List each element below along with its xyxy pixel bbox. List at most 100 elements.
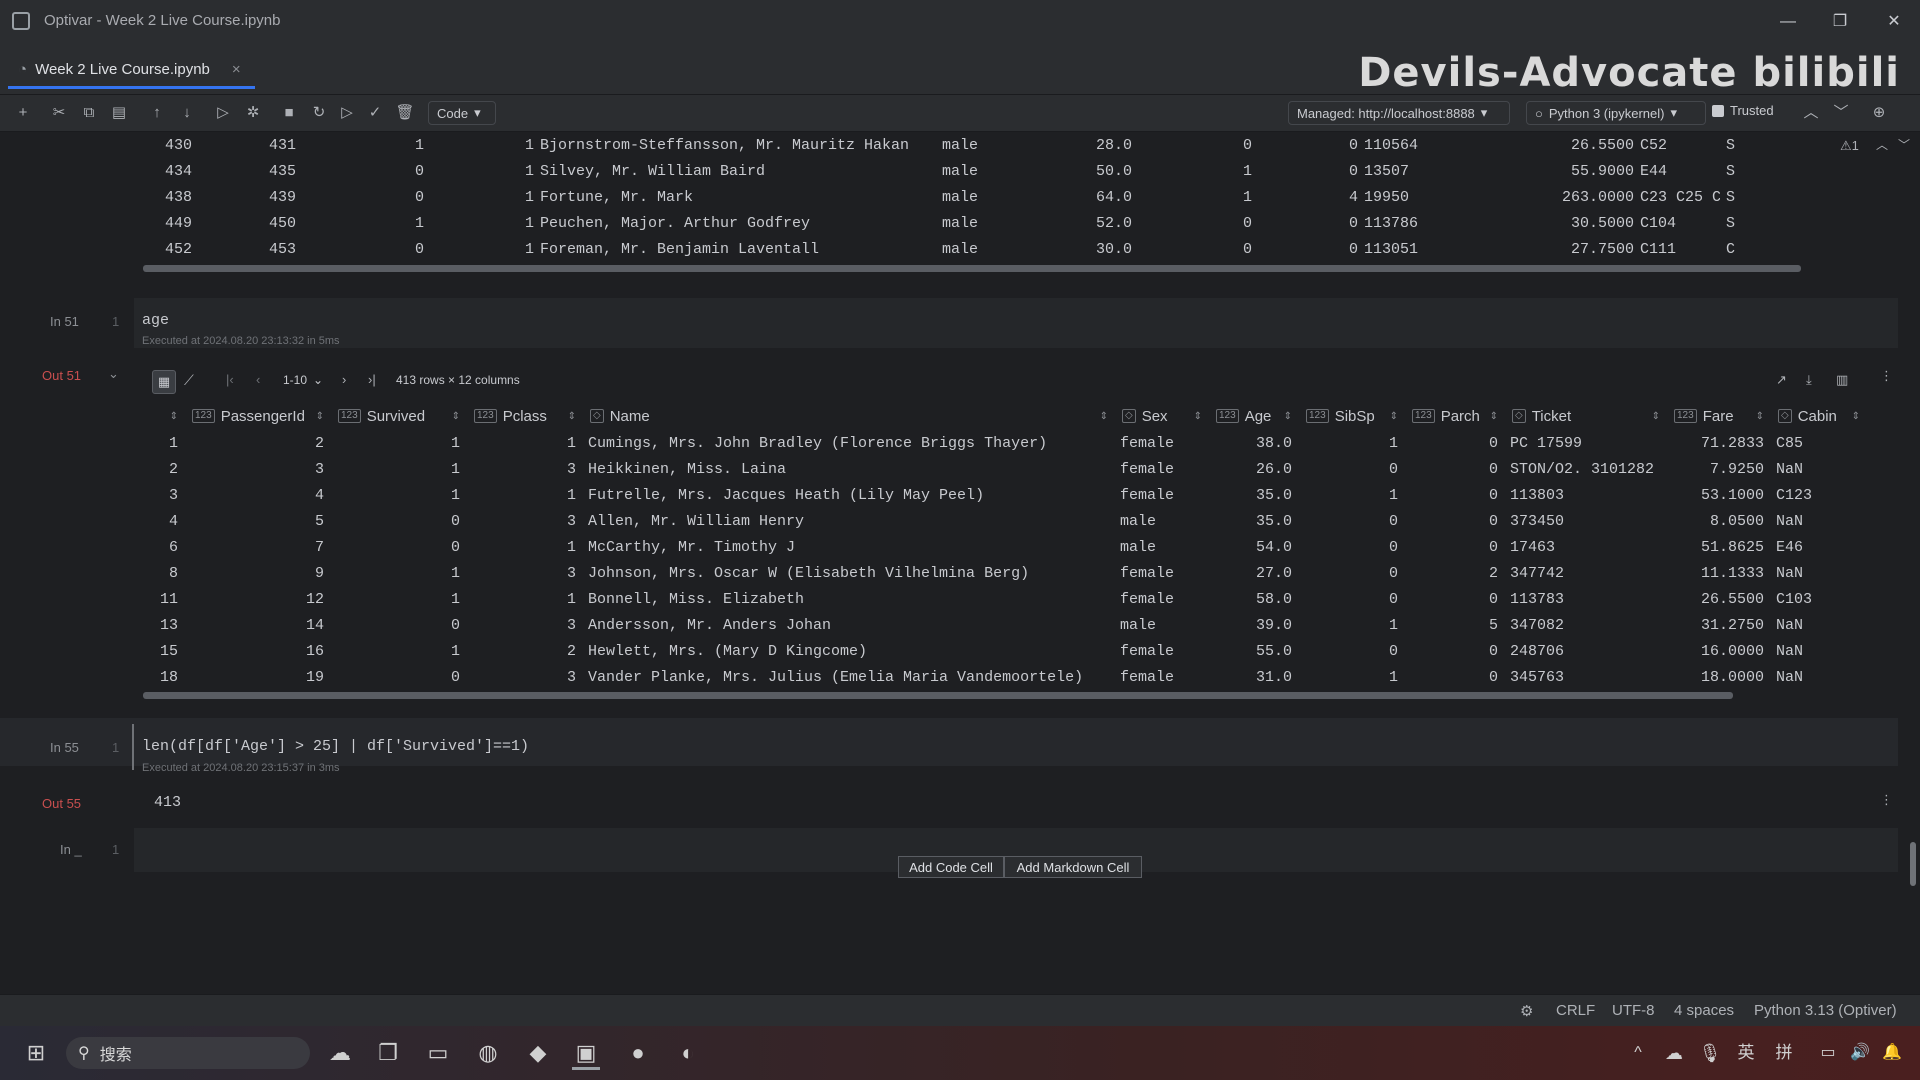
code-cell-51[interactable] (134, 298, 1898, 348)
table-row[interactable]: 2 3 1 3 Heikkinen, Miss. Laina female 26.0 0 0 ST… (140, 456, 1866, 482)
chart-view-icon[interactable]: ⟋ (184, 372, 194, 389)
pycharm-icon[interactable]: ▣ (572, 1039, 600, 1070)
table-view-icon[interactable]: ▦ (152, 370, 176, 394)
column-header[interactable]: 123 Fare ⇕ (1666, 408, 1770, 425)
sort-icon[interactable]: ⇕ (1100, 411, 1108, 422)
move-up-icon[interactable]: ↑ (146, 103, 168, 123)
close-icon[interactable]: ✕ (1874, 8, 1914, 36)
taskbar-search[interactable]: ⚲ 搜索 (66, 1037, 310, 1069)
table-row[interactable]: 15 16 1 2 Hewlett, Mrs. (Mary D Kingcome) fem… (140, 638, 1866, 664)
table-row[interactable]: 3 4 1 1 Futrelle, Mrs. Jacques Heath (Lily M… (140, 482, 1866, 508)
minimize-icon[interactable]: — (1768, 8, 1808, 36)
last-page-icon[interactable]: ›| (368, 372, 376, 387)
python-interpreter[interactable]: Python 3.13 (Optiver) (1754, 1002, 1897, 1019)
tab-notebook[interactable]: ◔ Week 2 Live Course.ipynb × (8, 52, 255, 89)
paste-icon[interactable]: ▤ (108, 103, 130, 123)
cell-code[interactable]: len(df[df['Age'] > 25] | df['Survived']=… (142, 738, 529, 755)
vertical-scrollbar[interactable] (1910, 842, 1916, 886)
restart-icon[interactable]: ↻ (308, 103, 330, 123)
column-header[interactable]: 123 PassengerId ⇕ (184, 408, 330, 425)
table-row[interactable]: 11 12 1 1 Bonnell, Miss. Elizabeth female 58.0… (140, 586, 1866, 612)
sort-icon[interactable]: ⇕ (1284, 411, 1292, 422)
column-header[interactable]: 123 Parch ⇕ (1404, 408, 1504, 425)
move-down-icon[interactable]: ↓ (176, 103, 198, 123)
sort-icon[interactable]: ⇕ (170, 411, 178, 422)
onedrive-icon[interactable]: ☁ (1660, 1039, 1688, 1067)
table-row[interactable]: 18 19 0 3 Vander Planke, Mrs. Julius (Emelia… (140, 664, 1866, 690)
horizontal-scrollbar[interactable] (143, 265, 1801, 272)
browser-icon[interactable]: ● (624, 1039, 652, 1067)
indent-setting[interactable]: 4 spaces (1674, 1002, 1734, 1019)
column-header[interactable]: 123 Survived ⇕ (330, 408, 466, 425)
notification-icon[interactable]: 🔔 (1878, 1039, 1906, 1067)
prev-page-icon[interactable]: ‹ (256, 372, 260, 387)
run-cell-icon[interactable]: ▷ (212, 103, 234, 123)
sort-icon[interactable]: ⇕ (1194, 411, 1202, 422)
display-icon[interactable]: ▭ (1814, 1039, 1842, 1067)
debug-icon[interactable]: ✲ (242, 103, 264, 123)
download-icon[interactable]: ⤓ (1806, 372, 1812, 388)
sort-icon[interactable]: ⇕ (568, 411, 576, 422)
cell-code[interactable]: age (142, 312, 169, 329)
globe-icon[interactable]: ⊕ (1868, 103, 1890, 123)
chevron-up-icon[interactable]: ︿ (1800, 103, 1822, 123)
open-in-editor-icon[interactable]: ↗ (1776, 372, 1787, 388)
ime-pinyin[interactable]: 拼 (1770, 1039, 1798, 1067)
trusted-toggle[interactable]: Trusted (1712, 103, 1774, 118)
column-header[interactable]: ◇ Ticket ⇕ (1504, 408, 1666, 425)
task-view-icon[interactable]: ❐ (374, 1039, 402, 1067)
sort-icon[interactable]: ⇕ (1490, 411, 1498, 422)
add-cell-icon[interactable]: + (12, 103, 34, 123)
page-range-select[interactable]: 1-10 ⌄ (283, 373, 323, 387)
server-select[interactable]: Managed: http://localhost:8888 ▾ (1288, 101, 1510, 125)
column-header[interactable]: 123 Pclass ⇕ (466, 408, 582, 425)
more-options-icon[interactable]: ⋮ (1880, 368, 1893, 384)
column-header[interactable]: ◇ Cabin ⇕ (1770, 408, 1866, 425)
next-page-icon[interactable]: › (342, 372, 346, 387)
sort-icon[interactable]: ⇕ (1652, 411, 1660, 422)
copy-icon[interactable]: ⧉ (78, 103, 100, 123)
warnings-indicator[interactable]: ⚠1 (1840, 138, 1859, 154)
chevron-down-icon[interactable]: ﹀ (1830, 103, 1852, 123)
table-row[interactable]: 4 5 0 3 Allen, Mr. William Henry male 35.0 0 0 37… (140, 508, 1866, 534)
column-header[interactable]: 123 SibSp ⇕ (1298, 408, 1404, 425)
run-all-icon[interactable]: ▷ (336, 103, 358, 123)
column-header[interactable]: ◇ Name ⇕ (582, 408, 1114, 425)
add-code-cell-button[interactable]: Add Code Cell (898, 856, 1004, 878)
collapse-chevron-icon[interactable]: ⌄ (108, 366, 119, 382)
kernel-select[interactable]: ○ Python 3 (ipykernel) ▾ (1526, 101, 1706, 125)
wechat-icon[interactable]: ◍ (474, 1039, 502, 1067)
app-icon[interactable]: ◐ (674, 1039, 702, 1067)
column-header[interactable]: 123 Age ⇕ (1208, 408, 1298, 425)
delete-icon[interactable]: 🗑 (394, 103, 416, 123)
volume-icon[interactable]: 🔊 (1846, 1039, 1874, 1067)
horizontal-scrollbar[interactable] (143, 692, 1733, 699)
cell-type-select[interactable]: Code ▾ (428, 101, 496, 125)
sort-icon[interactable]: ⇕ (316, 411, 324, 422)
github-desktop-icon[interactable]: ◆ (524, 1039, 552, 1067)
first-page-icon[interactable]: |‹ (226, 372, 234, 387)
sort-icon[interactable]: ⇕ (452, 411, 460, 422)
chevron-up-icon[interactable]: ^ (1624, 1039, 1652, 1067)
sort-icon[interactable]: ⇕ (1852, 411, 1860, 422)
chevron-down-icon[interactable]: ﹀ (1898, 136, 1910, 153)
tab-close-icon[interactable]: × (232, 61, 241, 78)
sort-icon[interactable]: ⇕ (1756, 411, 1764, 422)
table-row[interactable]: 13 14 0 3 Andersson, Mr. Anders Johan male 39.… (140, 612, 1866, 638)
start-menu-icon[interactable]: ⊞ (22, 1039, 50, 1067)
column-header[interactable]: ◇ Sex ⇕ (1114, 408, 1208, 425)
maximize-icon[interactable]: ❐ (1820, 8, 1860, 36)
table-row[interactable]: 8 9 1 3 Johnson, Mrs. Oscar W (Elisabeth Vil… (140, 560, 1866, 586)
column-settings-icon[interactable]: ▥ (1836, 372, 1848, 388)
table-row[interactable]: 1 2 1 1 Cumings, Mrs. John Bradley (Florence… (140, 430, 1866, 456)
microphone-icon[interactable]: 🎙 (1696, 1039, 1724, 1067)
clear-outputs-icon[interactable]: ✓ (364, 103, 386, 123)
widget-icon[interactable]: ☁ (326, 1039, 354, 1067)
ai-assistant-icon[interactable]: ⚙ (1520, 1002, 1533, 1020)
cut-icon[interactable]: ✂ (48, 103, 70, 123)
chevron-up-icon[interactable]: ︿ (1876, 136, 1888, 153)
file-explorer-icon[interactable]: ▭ (424, 1039, 452, 1067)
stop-icon[interactable]: ■ (278, 103, 300, 123)
sort-icon[interactable]: ⇕ (1390, 411, 1398, 422)
line-separator[interactable]: CRLF (1556, 1002, 1595, 1019)
